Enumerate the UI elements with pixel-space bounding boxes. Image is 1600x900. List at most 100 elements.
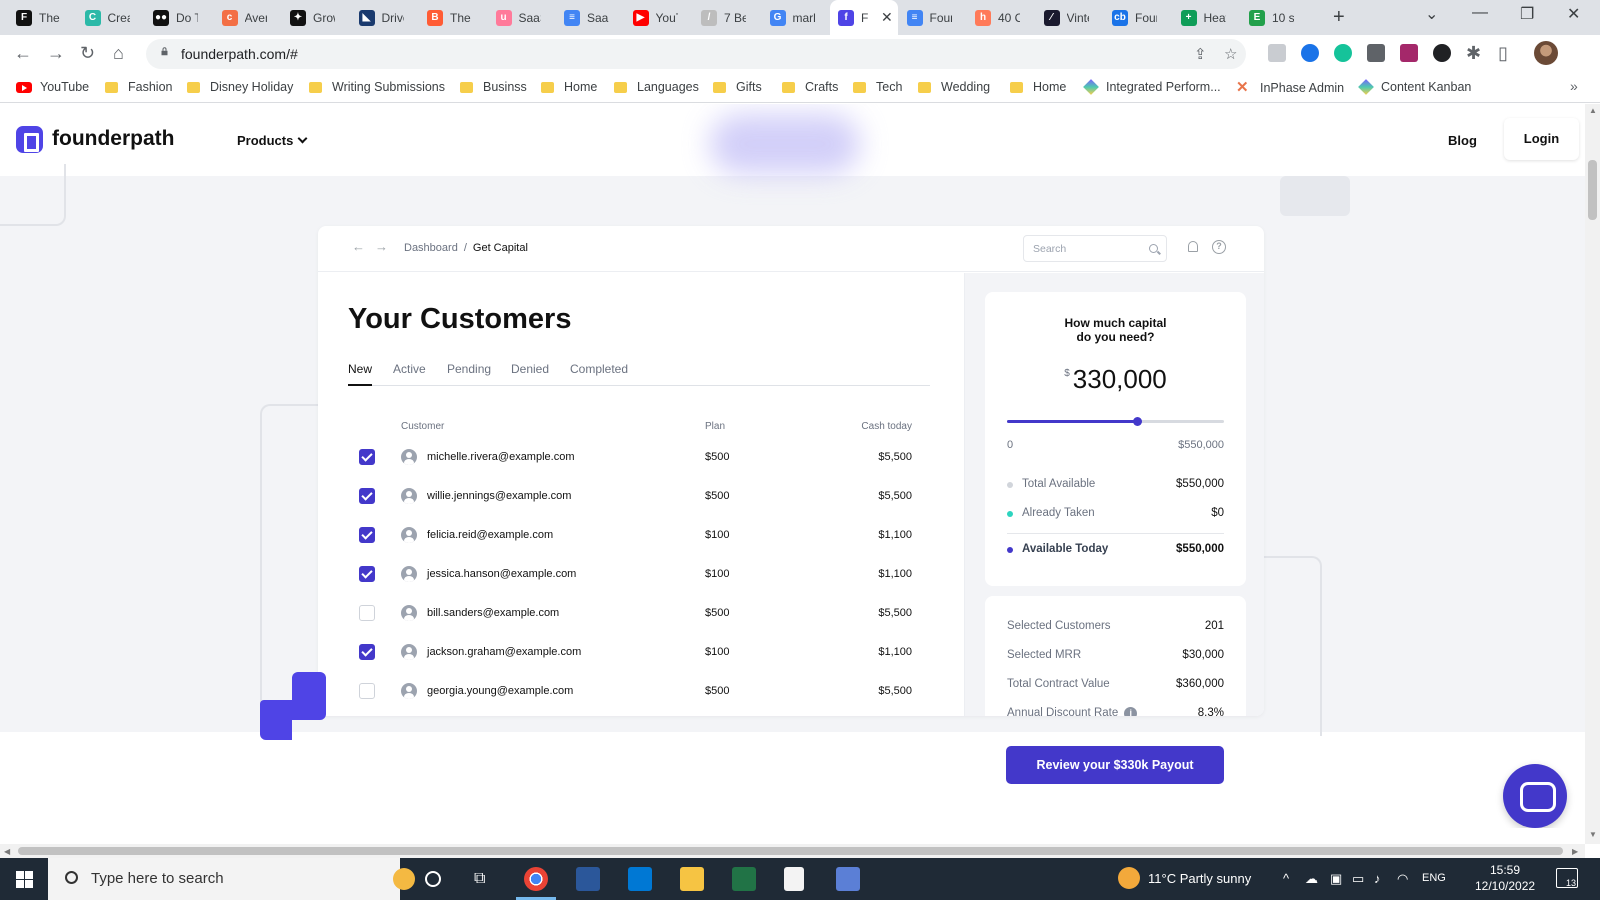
volume-icon[interactable]: ♪ [1374, 871, 1381, 886]
browser-tab[interactable]: ▶ YouT [625, 0, 691, 35]
scroll-up-icon[interactable]: ▲ [1589, 106, 1597, 115]
bookmark-item[interactable]: Home [1010, 80, 1066, 94]
table-row[interactable]: felicia.reid@example.com $100 $1,100 [318, 515, 964, 555]
windows-start-icon[interactable] [16, 871, 33, 888]
url-text[interactable]: founderpath.com/# [181, 46, 298, 62]
row-checkbox[interactable] [359, 605, 375, 621]
tray-chevron-icon[interactable]: ^ [1283, 871, 1289, 886]
close-tab-icon[interactable]: ✕ [881, 9, 893, 26]
browser-tab[interactable]: ≡ SaaS [556, 0, 622, 35]
browser-tab[interactable]: ≡ Foun [899, 0, 965, 35]
help-icon[interactable]: ? [1212, 240, 1226, 254]
bookmark-item[interactable]: Disney Holiday [187, 80, 293, 94]
founderpath-logo-icon[interactable] [16, 126, 43, 153]
scrollbar-thumb[interactable] [1588, 160, 1597, 220]
bookmark-item[interactable]: Content Kanban [1358, 79, 1471, 95]
row-checkbox[interactable] [359, 683, 375, 699]
task-view-icon[interactable]: ⧉ [474, 870, 485, 888]
taskbar-search[interactable]: Type here to search [48, 858, 415, 900]
weather-text[interactable]: 11°C Partly sunny [1148, 871, 1251, 886]
row-checkbox[interactable] [359, 488, 375, 504]
extension-icon[interactable] [1433, 44, 1451, 62]
bookmark-item[interactable]: Wedding [918, 80, 990, 94]
table-row[interactable]: willie.jennings@example.com $500 $5,500 [318, 476, 964, 516]
notifications-icon[interactable]: 13 [1556, 868, 1578, 888]
tab-denied[interactable]: Denied [511, 362, 549, 384]
bookmark-item[interactable]: Writing Submissions [309, 80, 445, 94]
capital-slider[interactable] [1007, 417, 1224, 426]
bookmark-star-icon[interactable]: ☆ [1224, 45, 1237, 63]
scroll-down-icon[interactable]: ▼ [1589, 830, 1597, 839]
browser-tab[interactable]: ◣ Drive [351, 0, 417, 35]
arrow-right-icon[interactable]: → [375, 239, 388, 254]
breadcrumb-dashboard[interactable]: Dashboard [404, 242, 458, 254]
slider-thumb[interactable] [1133, 417, 1143, 426]
new-tab-button[interactable]: + [1333, 6, 1345, 29]
battery-icon[interactable]: ▭ [1352, 871, 1364, 887]
row-checkbox[interactable] [359, 527, 375, 543]
tab-active[interactable]: Active [393, 362, 426, 384]
scroll-left-icon[interactable]: ◀ [4, 847, 10, 856]
tab-search-icon[interactable]: ⌄ [1425, 4, 1438, 24]
extensions-puzzle-icon[interactable]: ✱ [1466, 43, 1481, 64]
extension-icon[interactable] [1301, 44, 1319, 62]
more-bookmarks-icon[interactable]: » [1570, 78, 1578, 94]
browser-tab[interactable]: h 40 C [967, 0, 1033, 35]
blog-link[interactable]: Blog [1448, 133, 1477, 148]
browser-tab[interactable]: ●● Do Th [145, 0, 211, 35]
bell-icon[interactable] [1188, 241, 1198, 252]
reload-icon[interactable]: ↻ [80, 43, 95, 64]
column-header-plan[interactable]: Plan [705, 421, 725, 432]
arrow-left-icon[interactable]: ← [352, 239, 365, 254]
tab-completed[interactable]: Completed [570, 362, 628, 384]
remote-desktop-icon[interactable] [836, 867, 860, 891]
vertical-scrollbar[interactable]: ▲ ▼ [1585, 104, 1600, 844]
browser-tab[interactable]: ✦ Grow [282, 0, 348, 35]
table-row[interactable]: jackson.graham@example.com $100 $1,100 [318, 632, 964, 672]
table-row[interactable]: georgia.young@example.com $500 $5,500 [318, 671, 964, 711]
tab-new[interactable]: New [348, 362, 373, 386]
share-icon[interactable]: ⇪ [1194, 45, 1207, 63]
grammarly-icon[interactable] [1334, 44, 1352, 62]
extension-icon[interactable] [1268, 44, 1286, 62]
browser-tab[interactable]: B The S [419, 0, 485, 35]
table-row[interactable]: bill.sanders@example.com $500 $5,500 [318, 593, 964, 633]
browser-tab[interactable]: E 10 st [1241, 0, 1307, 35]
brand-name[interactable]: founderpath [52, 127, 174, 151]
horizontal-scrollbar[interactable]: ◀ ▶ [0, 844, 1585, 858]
wifi-icon[interactable]: ◠ [1397, 871, 1408, 887]
close-window-icon[interactable]: ✕ [1567, 4, 1580, 24]
review-payout-button[interactable]: Review your $330k Payout [1006, 746, 1224, 784]
bookmark-item[interactable]: Businss [460, 80, 527, 94]
omnibox[interactable]: founderpath.com/# ⇪ ☆ [146, 39, 1246, 69]
scroll-right-icon[interactable]: ▶ [1572, 847, 1578, 856]
maximize-icon[interactable]: ❐ [1520, 4, 1534, 24]
notepad-icon[interactable] [784, 867, 804, 891]
excel-icon[interactable] [732, 867, 756, 891]
forward-icon[interactable]: → [47, 43, 65, 64]
browser-tab[interactable]: Gmark [762, 0, 828, 35]
profile-avatar[interactable] [1534, 41, 1558, 65]
search-input[interactable]: Search [1023, 235, 1167, 262]
bookmark-item[interactable]: ✕ InPhase Admin [1236, 80, 1344, 96]
column-header-customer[interactable]: Customer [401, 421, 444, 432]
browser-tab[interactable]: F The F [8, 0, 74, 35]
back-icon[interactable]: ← [14, 43, 32, 64]
extension-icon[interactable] [1367, 44, 1385, 62]
language-indicator[interactable]: ENG [1422, 872, 1446, 884]
extension-icon[interactable] [1400, 44, 1418, 62]
outlook-icon[interactable] [628, 867, 652, 891]
table-row[interactable]: jessica.hanson@example.com $100 $1,100 [318, 554, 964, 594]
bookmark-item[interactable]: Crafts [782, 80, 838, 94]
chat-widget-button[interactable] [1503, 764, 1567, 828]
tray-app-icon[interactable]: ▣ [1330, 871, 1342, 887]
products-menu[interactable]: Products [237, 133, 308, 148]
row-checkbox[interactable] [359, 644, 375, 660]
word-icon[interactable] [576, 867, 600, 891]
bookmark-item[interactable]: Home [541, 80, 597, 94]
side-panel-icon[interactable]: ▯ [1498, 43, 1508, 64]
bookmark-item[interactable]: Tech [853, 80, 902, 94]
login-button[interactable]: Login [1504, 118, 1579, 160]
row-checkbox[interactable] [359, 449, 375, 465]
chrome-icon[interactable] [524, 867, 548, 891]
